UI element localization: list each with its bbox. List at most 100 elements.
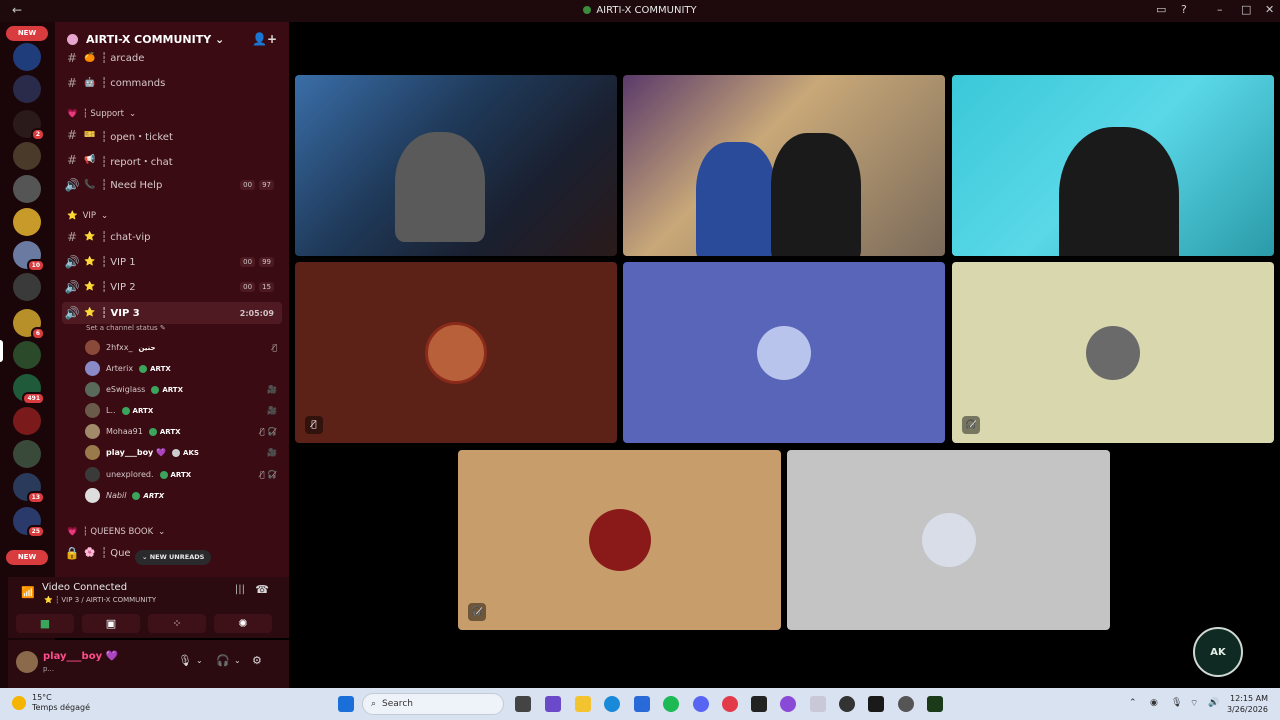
server-icon[interactable]: 10 bbox=[13, 241, 45, 272]
chevron-down-icon[interactable]: ⌄ bbox=[234, 656, 241, 665]
new-unreads-button[interactable]: ⌄ NEW UNREADS bbox=[135, 550, 212, 565]
voice-member[interactable]: eSwiglass ARTX 🎥 bbox=[85, 380, 277, 399]
voice-member[interactable]: Nabil ARTX bbox=[85, 486, 277, 505]
server-icon[interactable]: 25 bbox=[13, 507, 45, 538]
server-icon[interactable] bbox=[13, 142, 41, 170]
noise-suppression-icon[interactable]: ||| bbox=[235, 584, 245, 595]
app-icon[interactable] bbox=[545, 696, 561, 712]
role-badge-icon bbox=[172, 448, 181, 457]
edge-icon[interactable] bbox=[604, 696, 620, 712]
channel-status-hint[interactable]: Set a channel status ✎ bbox=[86, 324, 166, 332]
deafened-icon: 🎧̸ bbox=[962, 416, 980, 434]
app-icon[interactable] bbox=[810, 696, 826, 712]
voice-member[interactable]: unexplored. ARTX 🎙̸ 🎧̸ bbox=[85, 465, 277, 484]
server-icon[interactable] bbox=[13, 273, 41, 301]
new-badge: NEW bbox=[6, 26, 48, 41]
task-view-icon[interactable] bbox=[515, 696, 531, 712]
server-icon[interactable] bbox=[13, 43, 41, 71]
voice-member[interactable]: L.. ARTX 🎥 bbox=[85, 401, 277, 420]
weather-widget[interactable]: 15°C Temps dégagé bbox=[12, 693, 90, 713]
username[interactable]: play___boy 💜 bbox=[43, 651, 118, 662]
channel-commands[interactable]: # 🤖 ┆ commands bbox=[62, 72, 282, 94]
category-queens-book[interactable]: 💗 ┆ QUEENS BOOK ⌄ bbox=[67, 527, 165, 537]
avatar-tile[interactable]: 🎧̸ bbox=[458, 450, 781, 630]
server-icon[interactable] bbox=[13, 440, 41, 468]
server-logo-icon bbox=[67, 33, 78, 45]
voice-member[interactable]: Mohaa91 ARTX 🎙̸ 🎧̸ bbox=[85, 422, 277, 441]
server-icon[interactable]: 13 bbox=[13, 473, 45, 504]
chevron-down-icon[interactable]: ⌄ bbox=[196, 656, 203, 665]
terminal-icon[interactable] bbox=[751, 696, 767, 712]
avatar-tile[interactable]: 🎙̸ bbox=[295, 262, 617, 443]
close-button[interactable]: ✕ bbox=[1265, 3, 1274, 16]
participant-avatar bbox=[425, 321, 487, 384]
video-tile[interactable] bbox=[623, 75, 945, 256]
video-tile[interactable] bbox=[295, 75, 617, 256]
settings-icon[interactable] bbox=[898, 696, 914, 712]
channel-chat-vip[interactable]: # ⭐ ┆ chat-vip bbox=[62, 226, 282, 248]
spotify-icon[interactable] bbox=[663, 696, 679, 712]
channel-vip-1[interactable]: 🔊 ⭐ ┆ VIP 1 00 99 bbox=[62, 251, 282, 273]
network-icon[interactable]: ◉ bbox=[1150, 698, 1158, 708]
chevron-up-icon[interactable]: ⌃ bbox=[1129, 698, 1137, 708]
pencil-icon: ✎ bbox=[159, 324, 166, 332]
app-icon[interactable] bbox=[868, 696, 884, 712]
server-icon[interactable] bbox=[13, 341, 41, 369]
voice-channel-icon: 🔊 bbox=[64, 306, 80, 320]
channel-open-ticket[interactable]: # 🎫 ┆ open・ticket bbox=[62, 124, 282, 146]
opera-icon[interactable] bbox=[722, 696, 738, 712]
server-icon[interactable]: 2 bbox=[13, 110, 45, 141]
server-icon[interactable]: 491 bbox=[13, 374, 45, 405]
channel-vip-2[interactable]: 🔊 ⭐ ┆ VIP 2 00 15 bbox=[62, 276, 282, 298]
avatar-tile[interactable] bbox=[787, 450, 1110, 630]
maximize-button[interactable]: □ bbox=[1241, 3, 1251, 16]
headphones-icon[interactable]: 🎧 bbox=[216, 654, 230, 667]
channel-arcade[interactable]: # 🍊 ┆ arcade bbox=[62, 47, 282, 69]
minimize-button[interactable]: – bbox=[1217, 3, 1223, 16]
activities-button[interactable]: ⁘ bbox=[148, 614, 206, 633]
soundboard-button[interactable]: ✺ bbox=[214, 614, 272, 633]
search-input[interactable]: ⌕ Search bbox=[362, 693, 504, 715]
voice-member[interactable]: play___boy 💜 AKS 🎥 bbox=[85, 443, 277, 462]
server-icon[interactable]: 6 bbox=[13, 309, 45, 340]
inbox-icon[interactable]: ▭ bbox=[1156, 3, 1166, 16]
voice-status[interactable]: Video Connected bbox=[42, 582, 127, 593]
server-icon[interactable] bbox=[13, 407, 41, 435]
file-explorer-icon[interactable] bbox=[575, 696, 591, 712]
help-icon[interactable]: ? bbox=[1181, 3, 1187, 16]
voice-channel-icon: 🔊 bbox=[64, 255, 80, 269]
screen-share-button[interactable]: ▣ bbox=[82, 614, 140, 633]
activities-icon: ⁘ bbox=[172, 617, 182, 630]
voice-member[interactable]: 2hfxx_ حنين 🎙̸ bbox=[85, 338, 277, 357]
channel-need-help[interactable]: 🔊 📞 ┆ Need Help 00 97 bbox=[62, 174, 282, 196]
channel-report-chat[interactable]: # 📢 ┆ report・chat bbox=[62, 149, 282, 171]
microphone-icon[interactable]: 🎙 bbox=[178, 654, 192, 667]
disconnect-icon[interactable]: ☎ bbox=[255, 583, 269, 596]
camera-button[interactable]: ■ bbox=[16, 614, 74, 633]
server-icon[interactable] bbox=[13, 75, 41, 103]
server-icon[interactable] bbox=[13, 175, 41, 203]
store-icon[interactable] bbox=[634, 696, 650, 712]
discord-icon[interactable] bbox=[693, 696, 709, 712]
volume-icon[interactable]: 🔊 bbox=[1208, 698, 1219, 708]
avatar-tile[interactable]: 🎧̸ bbox=[952, 262, 1274, 443]
server-icon[interactable] bbox=[13, 208, 41, 236]
app-icon[interactable] bbox=[927, 696, 943, 712]
avatar[interactable] bbox=[16, 651, 38, 673]
voice-channel-link[interactable]: ⭐ ┆ VIP 3 / AIRTI-X COMMUNITY bbox=[44, 596, 156, 604]
avatar-tile[interactable] bbox=[623, 262, 945, 443]
invite-icon[interactable]: 👤+ bbox=[252, 32, 277, 46]
microphone-icon[interactable]: 🎙 bbox=[1171, 698, 1182, 708]
category-vip[interactable]: ⭐ VIP ⌄ bbox=[67, 211, 108, 221]
app-icon[interactable] bbox=[780, 696, 796, 712]
channel-vip-3[interactable]: 🔊 ⭐ ┆ VIP 3 2:05:09 bbox=[62, 302, 282, 324]
video-tile-speaking[interactable] bbox=[952, 75, 1274, 256]
gear-icon[interactable]: ⚙ bbox=[252, 654, 262, 667]
app-icon[interactable] bbox=[839, 696, 855, 712]
voice-member[interactable]: Arterix ARTX bbox=[85, 359, 277, 378]
wifi-icon[interactable]: ⌔ bbox=[1190, 698, 1198, 709]
windows-start-icon[interactable] bbox=[338, 696, 354, 712]
voice-channel-icon: 🔊 bbox=[64, 178, 80, 192]
clock[interactable]: 12:15 AM 3/26/2026 bbox=[1227, 693, 1268, 715]
category-support[interactable]: 💗 ┆ Support ⌄ bbox=[67, 109, 136, 119]
